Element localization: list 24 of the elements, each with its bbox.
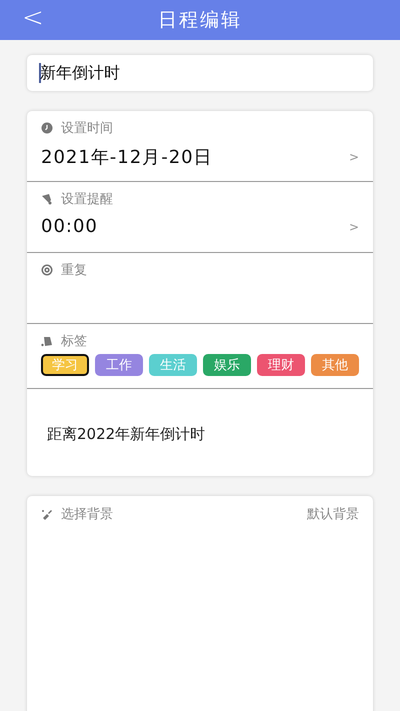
section-label: 标签 [61, 333, 87, 350]
tag-chip[interactable]: 工作 [95, 354, 143, 376]
chevron-icon: > [348, 220, 359, 234]
tag-chip[interactable]: 理财 [257, 354, 305, 376]
date-row[interactable]: 2021年-12月-20日 > [41, 145, 359, 169]
note-text: 距离2022年新年倒计时 [46, 424, 206, 445]
repeat-row[interactable]: 重复 [27, 253, 373, 324]
clock-icon [41, 122, 53, 134]
section-label: 重复 [61, 262, 87, 279]
background-value[interactable]: 默认背景 [307, 505, 359, 523]
reminder-row[interactable]: 00:00 > [41, 216, 359, 237]
time-value: 00:00 [41, 216, 98, 237]
chevron-icon: > [348, 150, 359, 164]
repeat-icon [41, 264, 53, 276]
page-title: 日程编辑 [158, 8, 242, 33]
brush-icon [41, 508, 53, 520]
tag-chip[interactable]: 其他 [311, 354, 359, 376]
section-label: 选择背景 [61, 506, 113, 523]
section-label: 设置提醒 [61, 191, 113, 208]
section-label: 设置时间 [61, 120, 113, 137]
tag-chip[interactable]: 娱乐 [203, 354, 251, 376]
back-button[interactable]: < [16, 0, 50, 36]
date-value: 2021年-12月-20日 [41, 146, 213, 169]
tag-chip[interactable]: 生活 [149, 354, 197, 376]
